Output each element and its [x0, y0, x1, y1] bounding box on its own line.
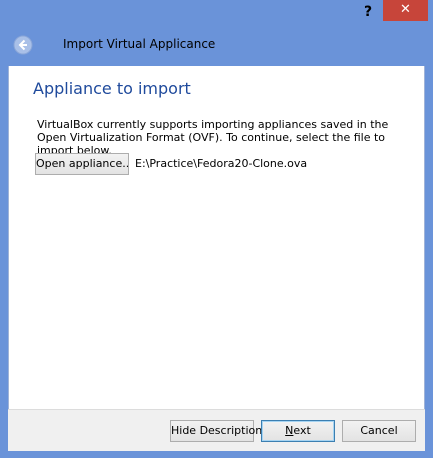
file-path-label: E:\Practice\Fedora20-Clone.ova: [135, 157, 308, 170]
back-arrow-icon[interactable]: [13, 35, 33, 55]
cancel-button[interactable]: Cancel: [342, 420, 416, 442]
next-button[interactable]: Next: [261, 420, 335, 442]
dialog-window: ? ✕ Import Virtual Applicance Appliance …: [0, 0, 433, 458]
title-bar: ? ✕: [0, 0, 433, 26]
window-title: Import Virtual Applicance: [63, 37, 216, 51]
close-button[interactable]: ✕: [383, 0, 428, 21]
hide-description-button[interactable]: Hide Description: [170, 420, 262, 442]
page-description: VirtualBox currently supports importing …: [37, 118, 389, 157]
button-bar: Hide Description Next Cancel: [8, 409, 425, 451]
wizard-header: Import Virtual Applicance: [8, 30, 425, 60]
content-panel: Appliance to import VirtualBox currently…: [8, 66, 425, 409]
open-appliance-button[interactable]: Open appliance...: [35, 153, 129, 175]
page-title: Appliance to import: [33, 79, 191, 98]
next-label-rest: ext: [293, 424, 311, 437]
help-button[interactable]: ?: [357, 2, 379, 22]
